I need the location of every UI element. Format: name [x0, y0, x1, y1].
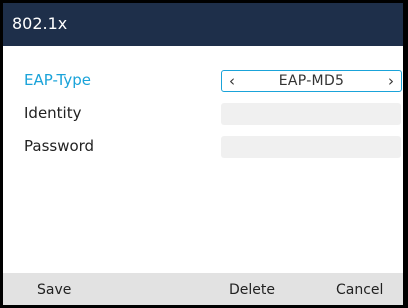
password-field[interactable] — [221, 136, 401, 158]
eap-type-row[interactable]: EAP-Type ‹ EAP-MD5 › — [3, 65, 403, 95]
cancel-softkey[interactable]: Cancel — [336, 280, 383, 300]
identity-label: Identity — [24, 104, 82, 122]
eap-type-label: EAP-Type — [24, 71, 91, 89]
title-bar: 802.1x — [3, 3, 403, 46]
password-label: Password — [24, 137, 95, 155]
page-title: 802.1x — [12, 14, 68, 33]
identity-field[interactable] — [221, 103, 401, 125]
eap-type-value: EAP-MD5 — [278, 73, 345, 89]
phone-screen: 802.1x EAP-Type ‹ EAP-MD5 › Identity Pas… — [3, 3, 403, 305]
password-row[interactable]: Password — [3, 131, 403, 161]
save-softkey[interactable]: Save — [37, 280, 71, 300]
softkey-bar: Save Delete Cancel — [3, 273, 403, 305]
chevron-right-icon[interactable]: › — [383, 72, 399, 90]
chevron-left-icon[interactable]: ‹ — [224, 72, 240, 90]
delete-softkey[interactable]: Delete — [229, 280, 275, 300]
eap-type-select[interactable]: ‹ EAP-MD5 › — [221, 70, 402, 92]
identity-row[interactable]: Identity — [3, 98, 403, 128]
